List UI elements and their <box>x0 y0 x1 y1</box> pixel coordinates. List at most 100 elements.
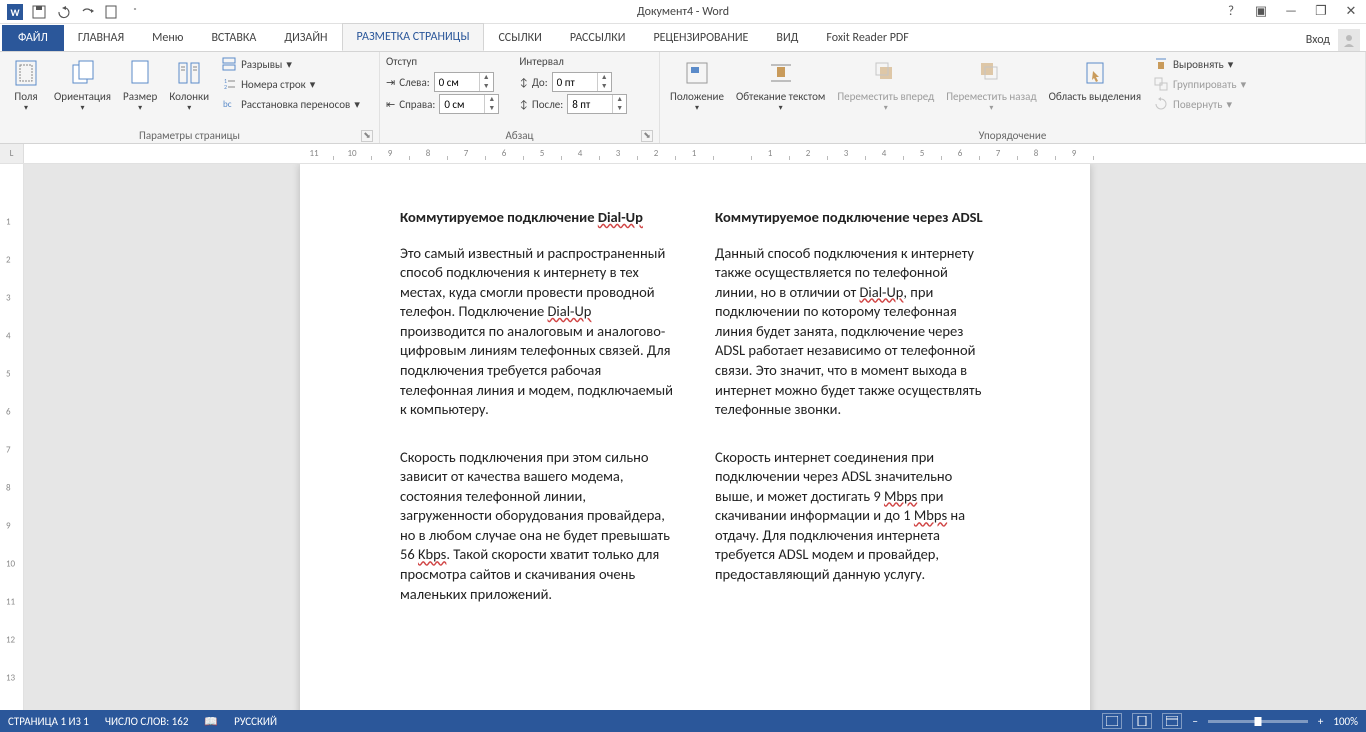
redo-icon[interactable] <box>76 1 98 23</box>
indent-left-icon: ⇥ <box>386 76 395 89</box>
close-icon[interactable]: ✕ <box>1340 4 1362 19</box>
bring-forward-icon <box>870 57 902 89</box>
breaks-icon <box>221 56 237 72</box>
position-button[interactable]: Положение▾ <box>666 55 728 115</box>
document-area: 1234567891011121314 Коммутируемое подклю… <box>0 164 1366 710</box>
word-icon: W <box>4 1 26 23</box>
status-proofing-icon[interactable]: 📖 <box>204 715 218 728</box>
group-arrange: Положение▾ Обтекание текстом▾ Переместит… <box>660 52 1366 143</box>
rotate-button[interactable]: Повернуть ▾ <box>1149 95 1250 113</box>
ruler-area: L 1110987654321123456789 <box>0 144 1366 164</box>
help-icon[interactable]: ? <box>1220 4 1242 19</box>
zoom-level[interactable]: 100% <box>1333 715 1358 728</box>
hyphenation-icon: bc <box>221 96 237 112</box>
status-language[interactable]: РУССКИЙ <box>234 715 277 728</box>
tab-menu[interactable]: Меню <box>138 25 197 51</box>
minimize-icon[interactable]: — <box>1280 4 1302 19</box>
columns-icon <box>173 57 205 89</box>
send-backward-button[interactable]: Переместить назад▾ <box>942 55 1040 115</box>
view-read-icon[interactable] <box>1102 713 1122 729</box>
bring-forward-button[interactable]: Переместить вперед▾ <box>833 55 938 115</box>
horizontal-ruler[interactable]: 1110987654321123456789 <box>24 144 1366 163</box>
zoom-slider[interactable] <box>1208 720 1308 723</box>
selection-pane-icon <box>1079 57 1111 89</box>
orientation-icon <box>67 57 99 89</box>
columns-button[interactable]: Колонки▾ <box>165 55 213 115</box>
col2-p1: Данный способ подключения к интернету та… <box>715 244 990 420</box>
group-page-setup-label: Параметры страницы <box>139 129 240 142</box>
undo-icon[interactable] <box>52 1 74 23</box>
signin-link[interactable]: Вход <box>1306 33 1330 47</box>
size-icon <box>124 57 156 89</box>
group-arrange-label: Упорядочение <box>979 129 1047 142</box>
rotate-icon <box>1153 96 1169 112</box>
wrap-text-button[interactable]: Обтекание текстом▾ <box>732 55 829 115</box>
tab-home[interactable]: ГЛАВНАЯ <box>64 25 138 51</box>
col1-p2: Скорость подключения при этом сильно зав… <box>400 448 675 605</box>
group-page-setup: Поля▾ Ориентация▾ Размер▾ Колонки▾ Разры… <box>0 52 380 143</box>
spacing-after-icon: ↕ <box>519 98 528 111</box>
selection-pane-button[interactable]: Область выделения <box>1045 55 1145 106</box>
tab-foxit[interactable]: Foxit Reader PDF <box>812 25 922 51</box>
status-bar: СТРАНИЦА 1 ИЗ 1 ЧИСЛО СЛОВ: 162 📖 РУССКИ… <box>0 710 1366 732</box>
page[interactable]: Коммутируемое подключение Dial-Up Это са… <box>300 164 1090 710</box>
page-setup-launcher-icon[interactable]: ⬊ <box>361 130 373 142</box>
spacing-header: Интервал <box>519 55 627 68</box>
breaks-button[interactable]: Разрывы ▾ <box>217 55 364 73</box>
svg-text:2: 2 <box>224 83 227 91</box>
view-web-icon[interactable] <box>1162 713 1182 729</box>
col1-p1: Это самый известный и распространенный с… <box>400 244 675 420</box>
line-numbers-button[interactable]: 12Номера строк ▾ <box>217 75 364 93</box>
orientation-button[interactable]: Ориентация▾ <box>50 55 115 115</box>
vertical-ruler[interactable]: 1234567891011121314 <box>0 164 24 710</box>
tab-insert[interactable]: ВСТАВКА <box>197 25 270 51</box>
tab-page-layout[interactable]: РАЗМЕТКА СТРАНИЦЫ <box>342 23 485 51</box>
zoom-out-icon[interactable]: − <box>1192 715 1197 728</box>
line-numbers-icon: 12 <box>221 76 237 92</box>
svg-text:bc: bc <box>223 99 232 110</box>
tab-references[interactable]: ССЫЛКИ <box>484 25 555 51</box>
svg-text:W: W <box>10 6 20 19</box>
ribbon-display-icon[interactable]: ▣ <box>1250 4 1272 19</box>
tab-review[interactable]: РЕЦЕНЗИРОВАНИЕ <box>639 25 762 51</box>
tab-design[interactable]: ДИЗАЙН <box>270 25 341 51</box>
maximize-icon[interactable]: ❐ <box>1310 4 1332 19</box>
spacing-before-spinner[interactable]: ▲▼ <box>552 72 612 92</box>
indent-right-spinner[interactable]: ▲▼ <box>439 94 499 114</box>
size-button[interactable]: Размер▾ <box>119 55 161 115</box>
send-backward-icon <box>975 57 1007 89</box>
paragraph-launcher-icon[interactable]: ⬊ <box>641 130 653 142</box>
qat-customize-icon[interactable]: ⁼ <box>124 1 146 23</box>
margins-icon <box>10 57 42 89</box>
indent-right-icon: ⇤ <box>386 98 395 111</box>
column-2: Коммутируемое подключение через ADSL Дан… <box>715 208 990 632</box>
tab-mailings[interactable]: РАССЫЛКИ <box>556 25 640 51</box>
document-scroll[interactable]: Коммутируемое подключение Dial-Up Это са… <box>24 164 1366 710</box>
save-icon[interactable] <box>28 1 50 23</box>
group-button[interactable]: Группировать ▾ <box>1149 75 1250 93</box>
wrap-text-icon <box>765 57 797 89</box>
status-page[interactable]: СТРАНИЦА 1 ИЗ 1 <box>8 715 89 728</box>
col2-heading: Коммутируемое подключение через ADSL <box>715 208 990 228</box>
hyphenation-button[interactable]: bcРасстановка переносов ▾ <box>217 95 364 113</box>
title-bar: W ⁼ Документ4 - Word ? ▣ — ❐ ✕ <box>0 0 1366 24</box>
margins-button[interactable]: Поля▾ <box>6 55 46 115</box>
status-words[interactable]: ЧИСЛО СЛОВ: 162 <box>105 715 189 728</box>
ribbon-tabs: ФАЙЛ ГЛАВНАЯ Меню ВСТАВКА ДИЗАЙН РАЗМЕТК… <box>0 24 1366 52</box>
ruler-corner: L <box>0 144 24 163</box>
spacing-after-spinner[interactable]: ▲▼ <box>567 94 627 114</box>
zoom-in-icon[interactable]: + <box>1318 715 1323 728</box>
align-button[interactable]: Выровнять ▾ <box>1149 55 1250 73</box>
tab-view[interactable]: ВИД <box>762 25 812 51</box>
new-doc-icon[interactable] <box>100 1 122 23</box>
group-icon <box>1153 76 1169 92</box>
user-icon[interactable] <box>1338 29 1360 51</box>
ribbon: Поля▾ Ориентация▾ Размер▾ Колонки▾ Разры… <box>0 52 1366 144</box>
col1-heading: Коммутируемое подключение Dial-Up <box>400 208 675 228</box>
align-icon <box>1153 56 1169 72</box>
indent-header: Отступ <box>386 55 499 68</box>
indent-left-spinner[interactable]: ▲▼ <box>434 72 494 92</box>
window-title: Документ4 - Word <box>637 5 729 19</box>
tab-file[interactable]: ФАЙЛ <box>2 25 64 51</box>
view-print-icon[interactable] <box>1132 713 1152 729</box>
